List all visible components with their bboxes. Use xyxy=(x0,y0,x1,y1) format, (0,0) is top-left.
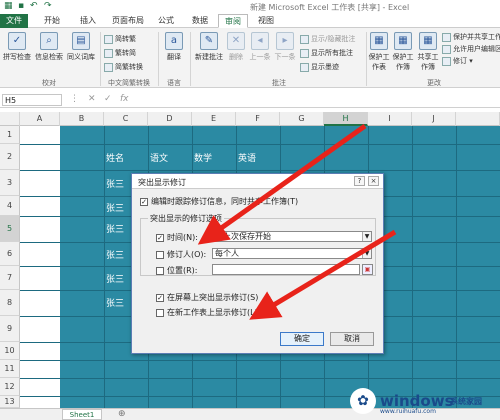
watermark: ✿ windows 系统家园 www.ruihuafu.com xyxy=(350,386,500,416)
annotation-arrows xyxy=(197,123,397,320)
sheet-tab[interactable]: Sheet1 xyxy=(62,409,102,420)
paw-logo-icon: ✿ xyxy=(350,388,376,414)
watermark-url: www.ruihuafu.com xyxy=(380,408,436,415)
arrow-to-time-option xyxy=(197,123,367,245)
arrow-to-new-sheet-option xyxy=(249,229,397,320)
watermark-suffix: 系统家园 xyxy=(450,397,482,406)
add-sheet-icon[interactable]: ⊕ xyxy=(118,409,126,419)
